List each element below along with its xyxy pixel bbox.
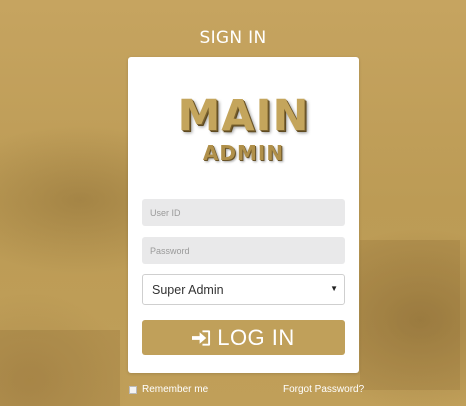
caret-down-icon: ▼	[330, 284, 338, 293]
background-decoration	[360, 240, 460, 390]
login-button-label: LOG IN	[217, 324, 295, 350]
role-select-value: Super Admin	[152, 283, 224, 297]
background-decoration	[0, 330, 120, 406]
remember-me-checkbox[interactable]	[129, 385, 137, 394]
logo-sub-text: ADMIN	[202, 141, 285, 165]
login-button[interactable]: LOG IN	[142, 320, 345, 355]
forgot-password-link[interactable]: Forgot Password?	[283, 384, 364, 395]
password-input[interactable]	[142, 237, 345, 264]
page-title: SIGN IN	[199, 28, 267, 48]
logo-main-text: MAIN	[177, 91, 310, 141]
role-select[interactable]: Super Admin ▼	[142, 274, 345, 305]
remember-me-label: Remember me	[142, 384, 209, 395]
remember-me[interactable]: Remember me	[129, 384, 208, 395]
user-id-input[interactable]	[142, 199, 345, 226]
sign-in-icon	[192, 329, 211, 346]
login-card: MAIN ADMIN Super Admin ▼ LOG IN	[128, 57, 359, 373]
